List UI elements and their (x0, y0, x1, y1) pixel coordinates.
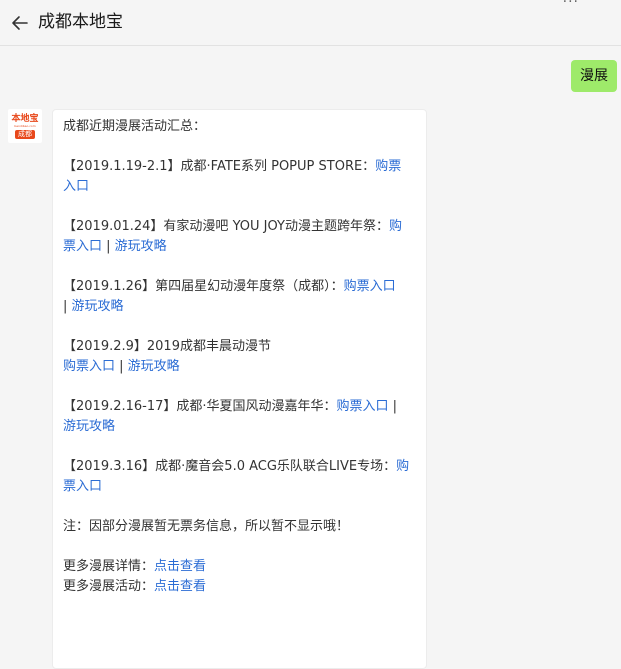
guide-link[interactable]: 游玩攻略 (63, 419, 115, 434)
event-title: 【2019.3.16】成都·魔音会5.0 ACG乐队联合LIVE专场： (63, 459, 397, 474)
more-options-icon[interactable]: ··· (563, 0, 579, 10)
ticket-link[interactable]: 购票入口 (337, 399, 389, 414)
more-events-label: 更多漫展活动： (63, 579, 155, 594)
back-arrow-icon[interactable] (8, 11, 32, 35)
link-separator: | (388, 399, 398, 414)
event-item: 【2019.3.16】成都·魔音会5.0 ACG乐队联合LIVE专场：购 (63, 457, 416, 477)
guide-link[interactable]: 游玩攻略 (115, 239, 167, 254)
ticket-link[interactable]: 购票入口 (63, 359, 115, 374)
ticket-link-continued[interactable]: 票入口 (63, 239, 102, 254)
link-separator: | (115, 359, 128, 374)
ticket-link-continued[interactable]: 入口 (63, 179, 89, 194)
event-item-continued: 票入口 | 游玩攻略 (63, 237, 416, 257)
event-title: 【2019.2.9】2019成都丰晨动漫节 (63, 339, 271, 354)
guide-link[interactable]: 游玩攻略 (72, 299, 124, 314)
event-item-continued: 入口 (63, 177, 416, 197)
event-item: 【2019.1.19-2.1】成都·FATE系列 POPUP STORE：购票 (63, 157, 416, 177)
more-details-link[interactable]: 点击查看 (154, 559, 206, 574)
link-separator: | (63, 299, 72, 314)
more-details-row: 更多漫展详情：点击查看 (63, 557, 416, 577)
event-title: 【2019.2.16-17】成都·华夏国风动漫嘉年华： (63, 399, 337, 414)
event-item: 【2019.2.9】2019成都丰晨动漫节 (63, 337, 416, 357)
chat-area: 漫展 本地宝 bendibao.com 成都 成都近期漫展活动汇总： 【2019… (0, 47, 621, 669)
event-item-continued: 票入口 (63, 477, 416, 497)
reply-message-bubble: 成都近期漫展活动汇总： 【2019.1.19-2.1】成都·FATE系列 POP… (52, 109, 427, 669)
more-events-row: 更多漫展活动：点击查看 (63, 577, 416, 597)
reply-note: 注：因部分漫展暂无票务信息，所以暂不显示哦！ (63, 519, 350, 534)
ticket-link[interactable]: 购票 (375, 159, 401, 174)
avatar-logo-text: 本地宝 (11, 113, 39, 124)
avatar-logo-url: bendibao.com (14, 123, 36, 128)
account-avatar[interactable]: 本地宝 bendibao.com 成都 (8, 109, 42, 143)
event-title: 【2019.1.26】第四届星幻动漫年度祭（成都）： (63, 279, 344, 294)
event-title: 【2019.01.24】有家动漫吧 YOU JOY动漫主题跨年祭： (63, 219, 389, 234)
event-item-continued: 游玩攻略 (63, 417, 416, 437)
event-item-continued: 购票入口 | 游玩攻略 (63, 357, 416, 377)
more-events-link[interactable]: 点击查看 (154, 579, 206, 594)
event-item: 【2019.2.16-17】成都·华夏国风动漫嘉年华：购票入口 | (63, 397, 416, 417)
ticket-link[interactable]: 购 (396, 459, 409, 474)
ticket-link[interactable]: 购 (389, 219, 402, 234)
sent-message-bubble: 漫展 (571, 60, 617, 92)
event-item: 【2019.1.26】第四届星幻动漫年度祭（成都）：购票入口 (63, 277, 416, 297)
ticket-link[interactable]: 购票入口 (344, 279, 396, 294)
event-item: 【2019.01.24】有家动漫吧 YOU JOY动漫主题跨年祭：购 (63, 217, 416, 237)
chat-header: 成都本地宝 ··· (0, 0, 621, 46)
event-item-continued: | 游玩攻略 (63, 297, 416, 317)
link-separator: | (102, 239, 115, 254)
more-details-label: 更多漫展详情： (63, 559, 155, 574)
chat-title: 成都本地宝 (38, 12, 123, 32)
avatar-city-badge: 成都 (15, 129, 35, 139)
event-title: 【2019.1.19-2.1】成都·FATE系列 POPUP STORE： (63, 159, 376, 174)
reply-intro: 成都近期漫展活动汇总： (63, 119, 207, 134)
guide-link[interactable]: 游玩攻略 (128, 359, 180, 374)
ticket-link-continued[interactable]: 票入口 (63, 479, 102, 494)
